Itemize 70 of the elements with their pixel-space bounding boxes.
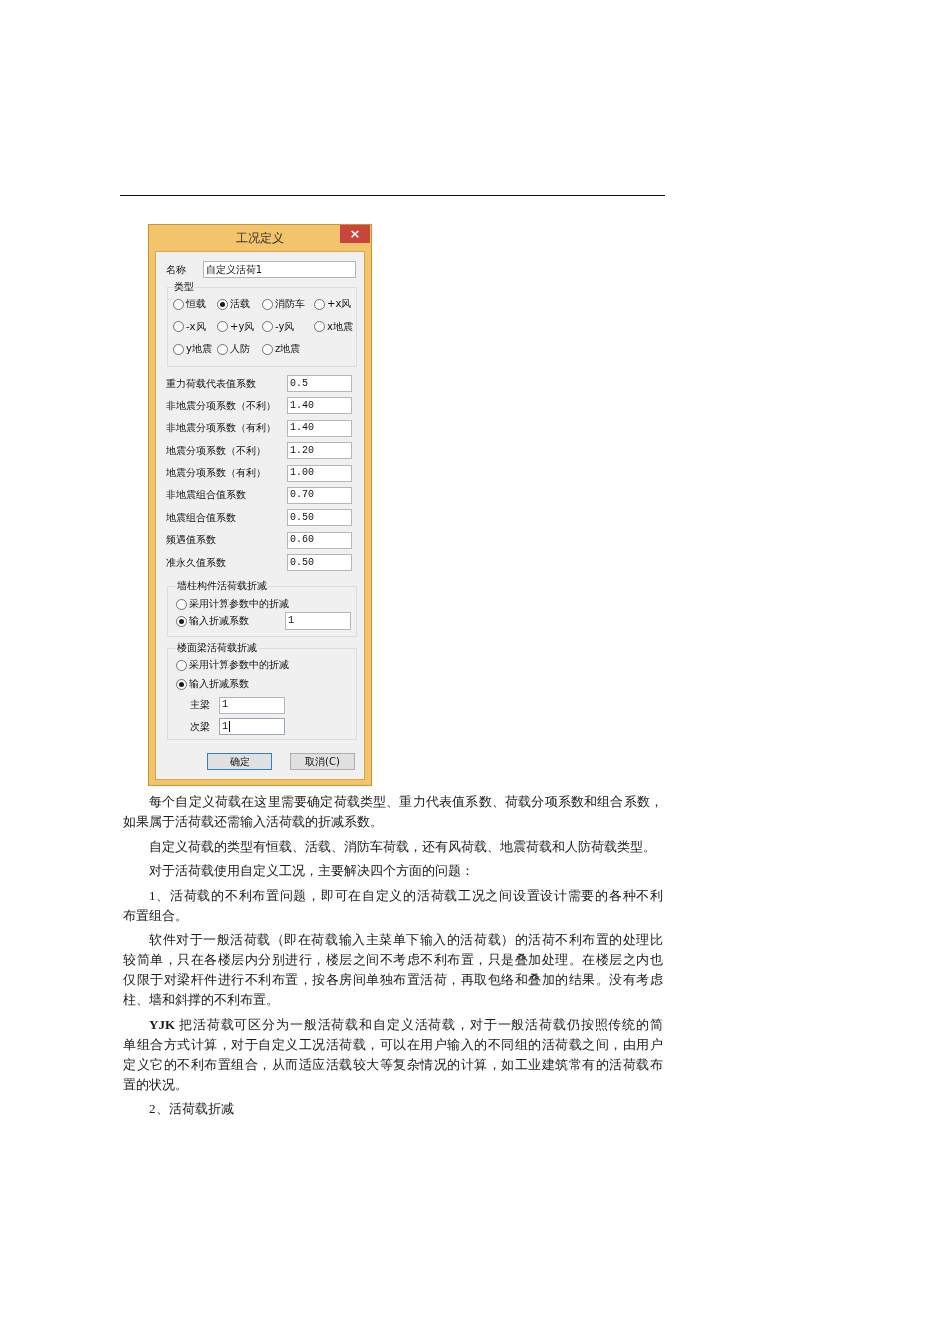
input-field[interactable]: 0.50 xyxy=(287,554,352,572)
radio-label[interactable]: 采用计算参数中的折减 xyxy=(189,597,289,612)
input-field[interactable]: 1 xyxy=(285,612,351,631)
radio-label[interactable]: 人防 xyxy=(230,342,250,356)
paragraph: 对于活荷载使用自定义工况，主要解决四个方面的问题： xyxy=(148,862,475,880)
radio-button[interactable] xyxy=(173,343,184,355)
radio-label[interactable]: 消防车 xyxy=(275,297,305,311)
radio-label[interactable]: 输入折减系数 xyxy=(189,614,249,629)
dialog-title: 工况定义 xyxy=(236,230,284,247)
radio-label[interactable]: -x风 xyxy=(186,319,206,334)
radio-button[interactable] xyxy=(262,343,273,355)
field-label: 频遇值系数 xyxy=(166,533,217,548)
close-button[interactable]: × xyxy=(340,225,370,243)
radio-button[interactable] xyxy=(314,298,325,310)
radio-button[interactable] xyxy=(217,343,228,355)
input-field[interactable]: 1 xyxy=(219,696,285,714)
field-label: 地震分项系数（有利） xyxy=(166,466,267,481)
group-label: 墙柱构件活荷载折减 xyxy=(176,580,268,593)
field-label: 准永久值系数 xyxy=(166,555,227,570)
input-field[interactable]: 0.60 xyxy=(287,531,352,549)
radio-label[interactable]: 输入折减系数 xyxy=(189,677,249,692)
field-label: 主梁 xyxy=(190,698,211,713)
radio-label[interactable]: y地震 xyxy=(186,342,212,356)
field-label: 地震组合值系数 xyxy=(166,510,237,525)
group-label: 楼面梁活荷载折减 xyxy=(176,642,258,655)
paragraph: 软件对于一般活荷载（即在荷载输入主菜单下输入的活荷载）的活荷不利布置的处理比 较简单，只在各楼层内分别进行，楼层之间不考虑不利布置，只是叠加处理。在楼层之内也 仅限于对梁杆件进行不利布置，按各房间单独布置活荷，再取包络和叠加的结果。没有考虑 柱、墙和斜撑的不利布置。 xyxy=(123,931,663,1009)
paragraph: 每个自定义荷载在这里需要确定荷载类型、重力代表值系数、荷载分项系数和组合系数， 如果属于活荷载还需输入活荷载的折减系数。 xyxy=(123,793,663,831)
input-field[interactable]: 1.00 xyxy=(287,464,352,482)
input-field[interactable]: 1.40 xyxy=(287,419,352,437)
dialog-button[interactable]: 取消(C) xyxy=(290,753,355,771)
radio-label[interactable]: 采用计算参数中的折减 xyxy=(189,658,289,673)
input-field[interactable]: 1.40 xyxy=(287,397,352,415)
radio-button[interactable] xyxy=(176,615,187,627)
radio-button[interactable] xyxy=(176,598,187,610)
radio-label[interactable]: +y风 xyxy=(230,319,255,334)
radio-button[interactable] xyxy=(262,298,273,310)
radio-button[interactable] xyxy=(262,321,273,332)
group-label: 类型 xyxy=(173,281,195,293)
paragraph: 2、活荷载折减 xyxy=(148,1100,235,1118)
field-label: 非地震分项系数（有利） xyxy=(166,421,277,436)
paragraph: 1、活荷载的不利布置问题，即可在自定义的活荷载工况之间设置设计需要的各种不利 布置组合。 xyxy=(123,886,663,925)
input-field[interactable]: 0.70 xyxy=(287,486,352,504)
paragraph: YJK 把活荷载可区分为一般活荷载和自定义活荷载，对于一般活荷载仍按照传统的简 单组合方式计算，对于自定义工况活荷载，可以在用户输入的不同组的活荷载之间，由用户 定义它的不利布置组合，从而适应活载较大等复杂情况的计算，如工业建筑常有的活荷载布 置的状况。 xyxy=(123,1015,663,1094)
radio-button[interactable] xyxy=(314,321,325,332)
field-label: 次梁 xyxy=(190,719,211,734)
radio-label[interactable]: 恒载 xyxy=(186,297,206,311)
radio-button[interactable] xyxy=(217,298,228,310)
input-field[interactable]: 1 xyxy=(219,718,285,736)
input-field[interactable]: 自定义活荷1 xyxy=(202,261,356,278)
dialog-button[interactable]: 确定 xyxy=(207,753,272,771)
field-label: 名称 xyxy=(166,262,187,277)
radio-label[interactable]: -y风 xyxy=(275,319,295,334)
radio-label[interactable]: z地震 xyxy=(275,342,301,356)
radio-button[interactable] xyxy=(176,659,187,671)
field-label: 重力荷载代表值系数 xyxy=(166,376,257,391)
radio-label[interactable]: x地震 xyxy=(327,319,353,334)
input-field[interactable]: 1.20 xyxy=(287,442,352,460)
input-field[interactable]: 0.50 xyxy=(287,509,352,527)
field-label: 非地震组合值系数 xyxy=(166,488,247,503)
radio-button[interactable] xyxy=(173,298,184,310)
radio-label[interactable]: +x风 xyxy=(327,297,352,311)
paragraph: 自定义荷载的类型有恒载、活载、消防车荷载，还有风荷载、地震荷载和人防荷载类型。 xyxy=(148,837,657,856)
radio-button[interactable] xyxy=(176,678,187,690)
text-cursor-icon xyxy=(229,721,230,733)
input-field[interactable]: 0.5 xyxy=(287,375,352,392)
radio-label[interactable]: 活载 xyxy=(230,297,250,311)
field-label: 非地震分项系数（不利） xyxy=(166,398,277,413)
radio-button[interactable] xyxy=(217,321,228,332)
field-label: 地震分项系数（不利） xyxy=(166,443,267,458)
radio-button[interactable] xyxy=(173,321,184,332)
